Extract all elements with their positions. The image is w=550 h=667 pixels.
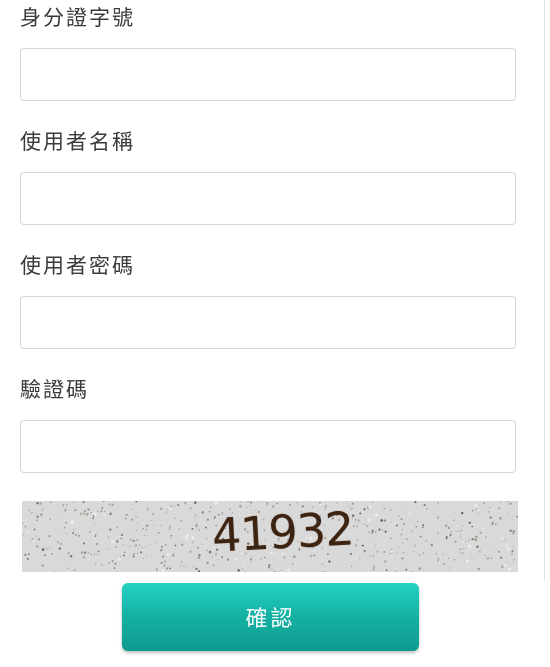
id-number-label: 身分證字號 [20, 6, 135, 30]
right-divider [544, 0, 545, 581]
id-number-input[interactable] [20, 48, 516, 101]
captcha-label: 驗證碼 [20, 378, 89, 402]
password-label: 使用者密碼 [20, 254, 135, 278]
captcha-input[interactable] [20, 420, 516, 473]
captcha-image[interactable]: 41932 [22, 501, 518, 572]
confirm-button[interactable]: 確認 [122, 583, 419, 651]
username-input[interactable] [20, 172, 516, 225]
username-label: 使用者名稱 [20, 130, 135, 154]
password-input[interactable] [20, 296, 516, 349]
captcha-code-text: 41932 [210, 501, 355, 563]
